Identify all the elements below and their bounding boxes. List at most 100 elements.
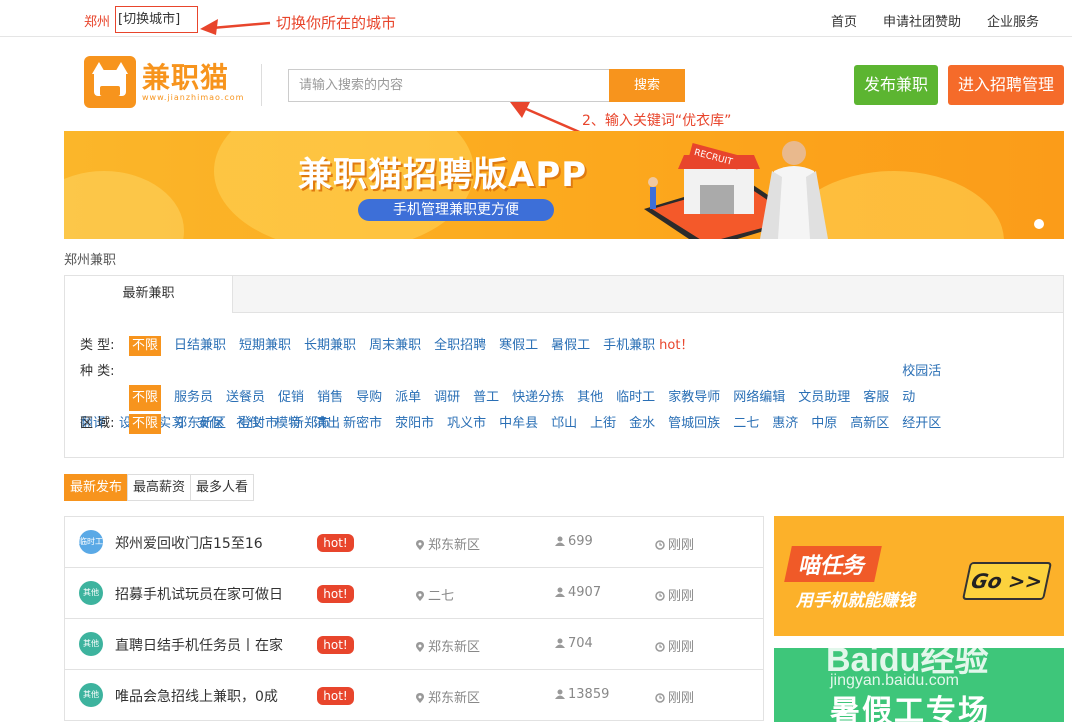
area-item[interactable]: 经开区 — [902, 414, 941, 434]
job-location-text: 郑东新区 — [428, 691, 481, 706]
category-item[interactable]: 家教导师 — [668, 385, 720, 411]
watermark-url: jingyan.baidu.com — [830, 672, 959, 689]
area-item[interactable]: 管城回族 — [668, 414, 720, 434]
category-item[interactable]: 促销 — [278, 385, 304, 411]
area-item[interactable]: 郑东新区 — [174, 414, 226, 434]
filter-category-label: 种 类: — [80, 364, 115, 379]
job-row[interactable]: 其他 招募手机试玩员在家可做日 hot! 二七 4907 刚刚 — [65, 568, 763, 619]
category-item[interactable]: 不限 — [129, 385, 162, 411]
sort-highest-pay[interactable]: 最高薪资 — [127, 474, 192, 501]
job-time-text: 刚刚 — [668, 691, 695, 706]
type-item[interactable]: 手机兼职 — [603, 336, 655, 356]
type-item[interactable]: 日结兼职 — [174, 336, 226, 356]
carousel-dot[interactable] — [1034, 219, 1044, 229]
job-views-text: 4907 — [568, 585, 602, 600]
promo-banner[interactable]: 兼职猫招聘版APP 手机管理兼职更方便 RECRUIT — [64, 131, 1064, 239]
clock-icon — [655, 591, 665, 601]
category-item[interactable]: 派单 — [395, 385, 421, 411]
annotation-arrow-icon — [200, 19, 271, 35]
area-item[interactable]: 登封市 — [239, 414, 278, 434]
job-location: 郑东新区 — [415, 534, 480, 553]
job-title[interactable]: 唯品会急招线上兼职，0成 — [115, 686, 278, 706]
job-row[interactable]: 临时工 郑州爱回收门店15至16 hot! 郑东新区 699 刚刚 — [65, 517, 763, 568]
category-item[interactable]: 送餐员 — [226, 385, 265, 411]
search-button[interactable]: 搜索 — [609, 69, 685, 102]
job-views-text: 13859 — [568, 687, 610, 702]
area-item[interactable]: 金水 — [629, 414, 655, 434]
clock-icon — [655, 693, 665, 703]
nav-club-sponsor[interactable]: 申请社团赞助 — [883, 11, 961, 30]
job-location-text: 郑东新区 — [428, 538, 481, 553]
logo-divider — [261, 64, 262, 106]
category-item[interactable]: 服务员 — [174, 385, 213, 411]
logo-name: 兼职猫 — [142, 60, 230, 94]
ad1-go-button[interactable]: Go >> — [961, 562, 1053, 600]
job-title[interactable]: 招募手机试玩员在家可做日 — [115, 584, 283, 604]
job-time: 刚刚 — [655, 636, 694, 655]
top-nav: 首页 申请社团赞助 企业服务 — [831, 11, 1039, 30]
job-time-text: 刚刚 — [668, 538, 695, 553]
job-title[interactable]: 郑州爱回收门店15至16 — [115, 533, 263, 553]
area-item[interactable]: 邙山 — [551, 414, 577, 434]
nav-enterprise-service[interactable]: 企业服务 — [987, 11, 1039, 30]
area-item[interactable]: 上街 — [590, 414, 616, 434]
type-item[interactable]: 长期兼职 — [304, 336, 356, 356]
category-item[interactable]: 网络编辑 — [733, 385, 785, 411]
user-icon — [555, 689, 565, 699]
area-item[interactable]: 荥阳市 — [395, 414, 434, 434]
breadcrumb: 郑州兼职 — [64, 253, 117, 268]
miao-task-ad[interactable]: 喵任务 用手机就能赚钱 Go >> — [774, 516, 1064, 636]
recruit-manage-button[interactable]: 进入招聘管理 — [948, 65, 1064, 105]
switch-city-link[interactable]: [切换城市] — [115, 6, 198, 33]
job-category-badge: 临时工 — [79, 530, 103, 554]
category-item[interactable]: 调研 — [434, 385, 460, 411]
clock-icon — [655, 642, 665, 652]
category-item[interactable]: 普工 — [473, 385, 499, 411]
area-item[interactable]: 新郑市 — [291, 414, 330, 434]
category-item[interactable]: 导购 — [356, 385, 382, 411]
area-item[interactable]: 巩义市 — [447, 414, 486, 434]
nav-home[interactable]: 首页 — [831, 11, 857, 30]
category-item[interactable]: 文员助理 — [798, 385, 850, 411]
job-location-text: 郑东新区 — [428, 640, 481, 655]
job-row[interactable]: 其他 唯品会急招线上兼职，0成 hot! 郑东新区 13859 刚刚 — [65, 670, 763, 721]
category-item[interactable]: 销售 — [317, 385, 343, 411]
tab-latest-jobs[interactable]: 最新兼职 — [65, 276, 233, 313]
job-views-text: 699 — [568, 534, 593, 549]
job-category-badge: 其他 — [79, 581, 103, 605]
job-list: 临时工 郑州爱回收门店15至16 hot! 郑东新区 699 刚刚 其他 招募手… — [64, 516, 764, 721]
type-item[interactable]: 寒假工 — [499, 336, 538, 356]
category-item[interactable]: 临时工 — [616, 385, 655, 411]
type-item[interactable]: 周末兼职 — [369, 336, 421, 356]
area-item[interactable]: 不限 — [129, 414, 162, 434]
job-row[interactable]: 其他 直聘日结手机任务员丨在家 hot! 郑东新区 704 刚刚 — [65, 619, 763, 670]
type-item[interactable]: 短期兼职 — [239, 336, 291, 356]
banner-subtitle: 手机管理兼职更方便 — [358, 199, 554, 221]
area-item[interactable]: 二七 — [733, 414, 759, 434]
type-item[interactable]: 不限 — [129, 336, 162, 356]
location-pin-icon — [416, 591, 424, 601]
job-title[interactable]: 直聘日结手机任务员丨在家 — [115, 635, 283, 655]
type-item[interactable]: 全职招聘 — [434, 336, 486, 356]
category-item[interactable]: 其他 — [577, 385, 603, 411]
top-bar: 郑州 [切换城市] 切换你所在的城市 首页 申请社团赞助 企业服务 — [0, 0, 1072, 37]
job-category-badge: 其他 — [79, 683, 103, 707]
job-views: 13859 — [555, 687, 609, 702]
category-item[interactable]: 客服 — [863, 385, 889, 411]
area-item[interactable]: 中牟县 — [499, 414, 538, 434]
category-item[interactable]: 校园活动 — [902, 359, 946, 411]
area-item[interactable]: 惠济 — [772, 414, 798, 434]
publish-job-button[interactable]: 发布兼职 — [854, 65, 938, 105]
location-pin-icon — [416, 693, 424, 703]
filter-panel: 最新兼职 类 型: 不限 日结兼职 短期兼职 长期兼职 周末兼职 全职招聘 寒假工 暑假工 手机… — [64, 275, 1064, 458]
sort-latest[interactable]: 最新发布 — [64, 474, 129, 501]
user-icon — [555, 536, 565, 546]
category-item[interactable]: 快递分拣 — [512, 385, 564, 411]
area-item[interactable]: 新密市 — [343, 414, 382, 434]
area-item[interactable]: 中原 — [811, 414, 837, 434]
job-hot-badge: hot! — [317, 534, 354, 552]
sort-most-viewed[interactable]: 最多人看 — [190, 474, 255, 501]
type-item[interactable]: 暑假工 — [551, 336, 590, 356]
site-logo[interactable]: 兼职猫 www.jianzhimao.com — [84, 56, 244, 108]
area-item[interactable]: 高新区 — [850, 414, 889, 434]
